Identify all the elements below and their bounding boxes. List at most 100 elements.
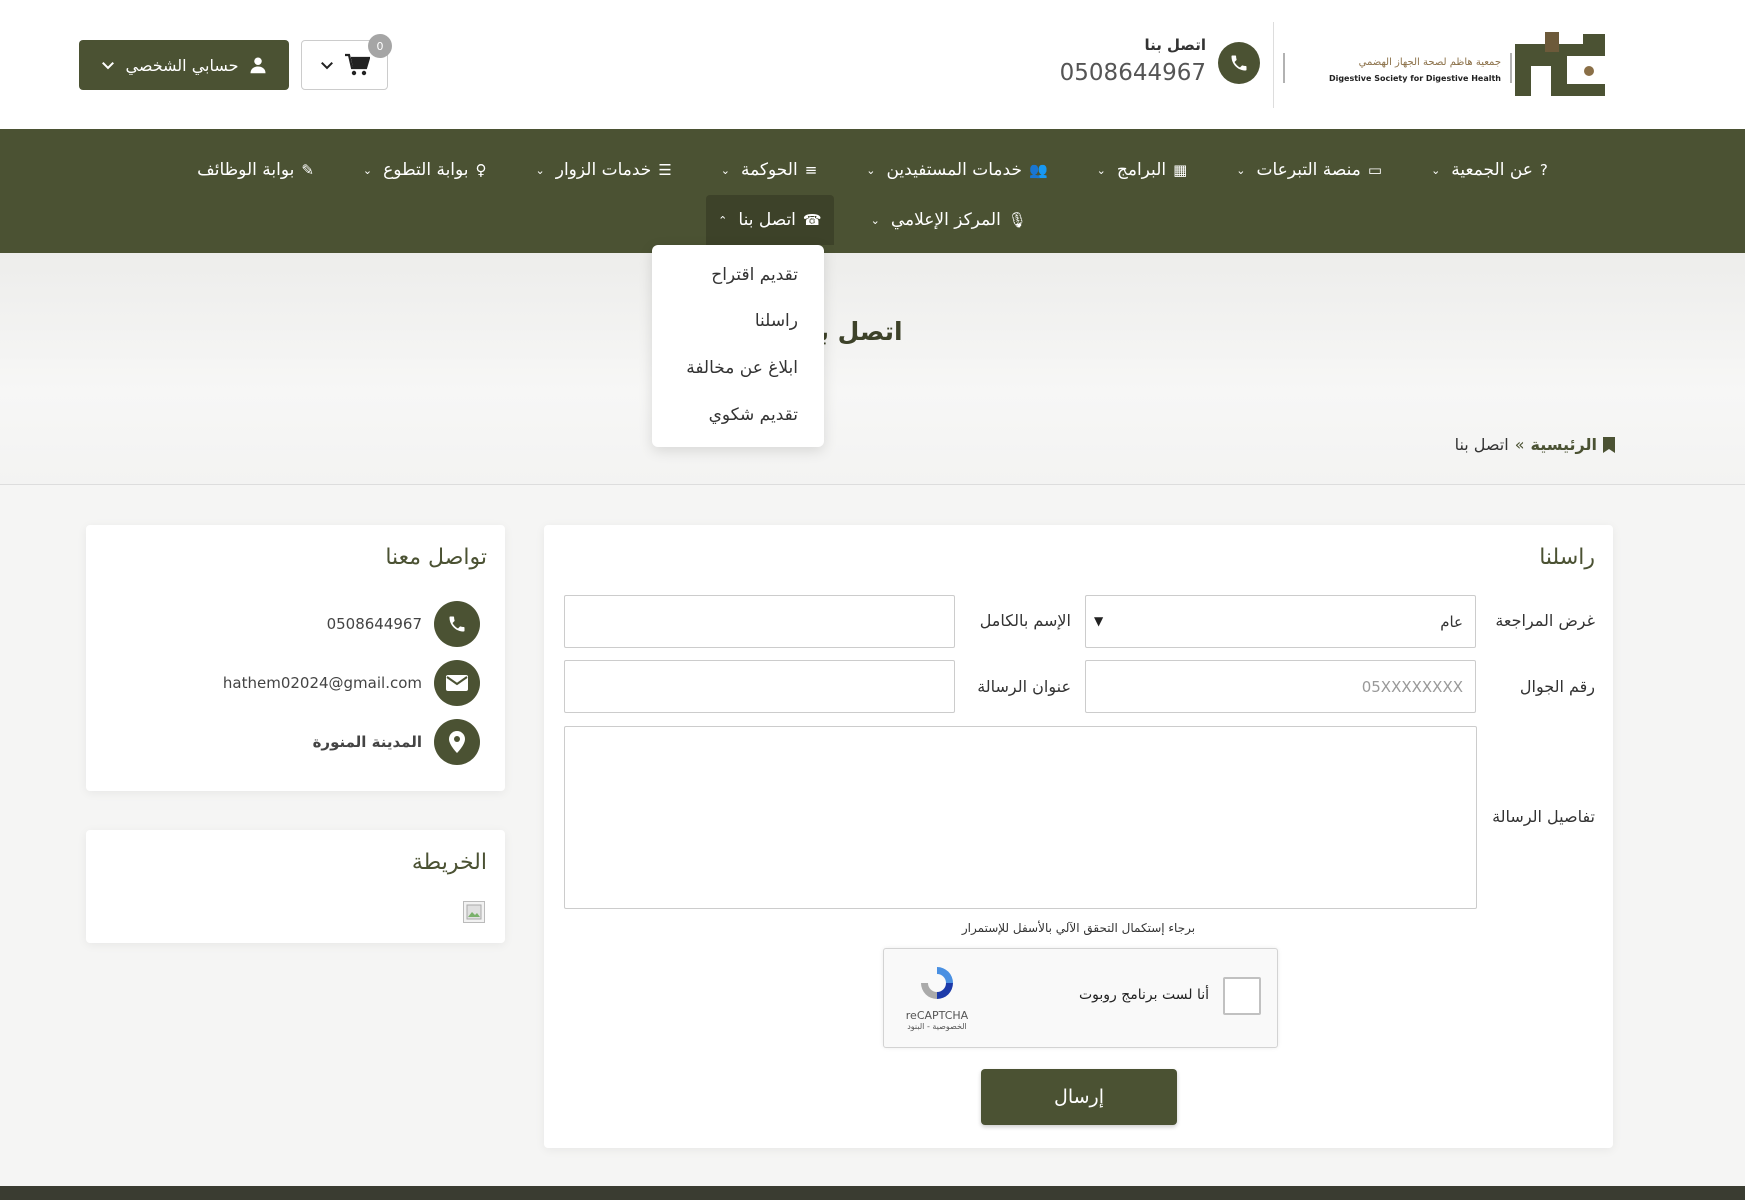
nav-row-2: 🎙 المركز الإعلامي ⌄ ☎ اتصل بنا ⌃ [0, 195, 1745, 245]
chevron-down-icon [320, 61, 333, 70]
users-icon: 👥 [1028, 161, 1048, 179]
contact-phone: 0508644967 [326, 615, 422, 633]
nav-item-donations[interactable]: ▭ منصة التبرعات ⌄ [1224, 145, 1394, 195]
chevron-down-icon: ⌄ [1236, 163, 1246, 177]
bookmark-icon [1603, 436, 1615, 453]
captcha-note: برجاء إستكمال التحقق الآلي بالأسفل للإست… [961, 921, 1196, 935]
location-pin-icon [434, 719, 480, 765]
person-icon: ♀ [475, 161, 487, 179]
contact-location: المدينة المنورة [312, 733, 422, 751]
chevron-down-icon: ⌄ [1431, 163, 1441, 177]
phone-icon: ☎ [802, 211, 822, 229]
breadcrumb-separator: » [1514, 435, 1525, 454]
site-logo[interactable]: جمعية هاظم لصحة الجهاز الهضمي Digestive … [1283, 26, 1613, 108]
map-image-icon[interactable] [463, 901, 485, 923]
map-card: الخريطة [86, 830, 505, 943]
contact-email: hathem02024@gmail.com [222, 674, 422, 692]
main-nav: ? عن الجمعية ⌄ ▭ منصة التبرعات ⌄ ▦ البرا… [0, 129, 1745, 253]
chevron-down-icon: ⌄ [866, 163, 876, 177]
contact-dropdown-menu: تقديم اقتراح راسلنا ابلاغ عن مخالفة تقدي… [652, 245, 824, 447]
microphone-icon: 🎙 [1007, 211, 1027, 229]
user-icon [250, 57, 266, 74]
account-label: حسابي الشخصي [125, 55, 239, 75]
purpose-value: عام [1440, 612, 1463, 631]
chevron-down-icon: ⌄ [535, 163, 545, 177]
recaptcha-brand: reCAPTCHA [905, 1009, 969, 1022]
subject-label: عنوان الرسالة [977, 677, 1071, 696]
footer [0, 1186, 1745, 1200]
card-icon: ▭ [1367, 161, 1383, 179]
recaptcha-links[interactable]: الخصوصية - البنود [902, 1022, 972, 1031]
nav-item-beneficiaries[interactable]: 👥 خدمات المستفيدين ⌄ [854, 145, 1059, 195]
header-contact[interactable]: اتصل بنا 0508644967 [1060, 36, 1260, 92]
nav-item-jobs[interactable]: ✎ بوابة الوظائف [185, 145, 326, 195]
dropdown-item-report-violation[interactable]: ابلاغ عن مخالفة [686, 358, 798, 378]
cart-count-badge: 0 [368, 34, 392, 58]
nav-item-contact[interactable]: ☎ اتصل بنا ⌃ [706, 195, 834, 245]
purpose-select[interactable]: عام ▼ [1085, 595, 1476, 648]
submit-button[interactable]: إرسال [981, 1069, 1177, 1125]
nav-item-governance[interactable]: ≡ الحوكمة ⌄ [709, 145, 830, 195]
envelope-icon [434, 660, 480, 706]
contact-form-card: راسلنا غرض المراجعة عام ▼ الإسم بالكامل … [544, 525, 1613, 1148]
header-divider [1273, 22, 1274, 108]
nav-item-media[interactable]: 🎙 المركز الإعلامي ⌄ [859, 195, 1039, 245]
fullname-input[interactable] [564, 595, 955, 648]
dropdown-item-message-us[interactable]: راسلنا [755, 311, 798, 331]
contact-location-row[interactable]: المدينة المنورة [313, 719, 480, 765]
nav-item-label: المركز الإعلامي [890, 210, 1001, 230]
chevron-down-icon [102, 61, 115, 70]
dropdown-item-suggestion[interactable]: تقديم اقتراح [711, 265, 798, 285]
nav-item-label: خدمات الزوار [555, 160, 652, 180]
nav-item-label: بوابة التطوع [383, 160, 469, 180]
account-button[interactable]: حسابي الشخصي [79, 40, 289, 90]
chevron-down-icon: ⌄ [720, 163, 730, 177]
phone-icon [434, 601, 480, 647]
nav-item-about[interactable]: ? عن الجمعية ⌄ [1419, 145, 1560, 195]
nav-item-label: اتصل بنا [738, 210, 796, 230]
recaptcha-icon [921, 967, 953, 999]
phone-icon [1218, 42, 1260, 84]
mobile-input[interactable]: 05XXXXXXXX [1085, 660, 1476, 713]
mobile-label: رقم الجوال [1519, 677, 1595, 696]
chevron-down-icon: ▼ [1094, 614, 1104, 628]
chevron-up-icon: ⌃ [718, 213, 728, 227]
dropdown-item-complaint[interactable]: تقديم شكوي [709, 405, 798, 425]
nav-item-label: عن الجمعية [1451, 160, 1533, 180]
nav-item-visitors[interactable]: ☰ خدمات الزوار ⌄ [524, 145, 684, 195]
nav-item-volunteer[interactable]: ♀ بوابة التطوع ⌄ [351, 145, 499, 195]
list-icon: ≡ [804, 161, 818, 179]
nav-item-label: البرامج [1116, 160, 1167, 180]
header-contact-phone[interactable]: 0508644967 [1060, 60, 1206, 86]
top-header: جمعية هاظم لصحة الجهاز الهضمي Digestive … [0, 0, 1745, 129]
details-textarea[interactable] [564, 726, 1477, 909]
question-icon: ? [1539, 161, 1548, 179]
map-card-title: الخريطة [411, 850, 487, 875]
server-icon: ☰ [658, 161, 672, 179]
contact-email-row[interactable]: hathem02024@gmail.com [223, 660, 480, 706]
recaptcha-label: أنا لست برنامج روبوت [1078, 987, 1209, 1003]
mobile-placeholder: 05XXXXXXXX [1361, 677, 1463, 696]
chevron-down-icon: ⌄ [870, 213, 880, 227]
breadcrumb-home[interactable]: الرئيسية [1531, 435, 1598, 454]
recaptcha-checkbox[interactable] [1223, 977, 1261, 1015]
nav-row-1: ? عن الجمعية ⌄ ▭ منصة التبرعات ⌄ ▦ البرا… [0, 145, 1745, 195]
details-label: تفاصيل الرسالة [1492, 807, 1595, 826]
cart-button[interactable]: 0 [301, 34, 392, 90]
contact-info-card: تواصل معنا 0508644967 hathem02024@gmail.… [86, 525, 505, 791]
form-title: راسلنا [1539, 545, 1595, 570]
recaptcha-logo: reCAPTCHA الخصوصية - البنود [902, 963, 972, 1031]
chevron-down-icon: ⌄ [362, 163, 373, 177]
page-hero: اتصل بنا الرئيسية » اتصل بنا [0, 253, 1745, 485]
nav-item-label: بوابة الوظائف [197, 160, 295, 180]
subject-input[interactable] [564, 660, 955, 713]
chevron-down-icon: ⌄ [1096, 163, 1106, 177]
calendar-icon: ▦ [1173, 161, 1188, 179]
contact-card-title: تواصل معنا [385, 545, 487, 570]
nav-item-programs[interactable]: ▦ البرامج ⌄ [1085, 145, 1200, 195]
contact-phone-row[interactable]: 0508644967 [327, 601, 480, 647]
logo-text-en: Digestive Society for Digestive Health [1328, 74, 1501, 83]
nav-item-label: خدمات المستفيدين [886, 160, 1022, 180]
recaptcha-widget: أنا لست برنامج روبوت reCAPTCHA الخصوصية … [883, 948, 1278, 1048]
edit-icon: ✎ [301, 161, 314, 179]
